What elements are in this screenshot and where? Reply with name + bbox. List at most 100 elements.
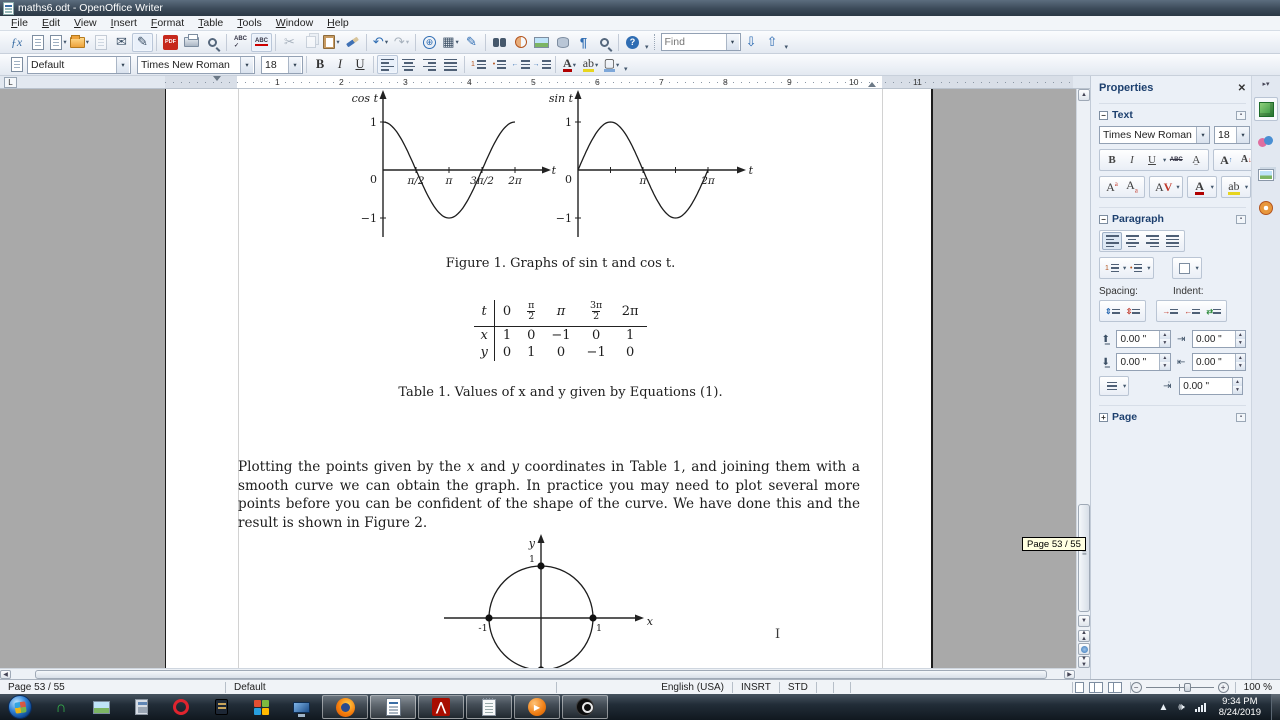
help-icon[interactable]: ? [622, 33, 643, 52]
sidebar-highlight-icon[interactable]: ab [1224, 178, 1244, 196]
numbered-list-icon[interactable]: 1 [468, 55, 489, 74]
hyperlink-icon[interactable]: ⊕ [419, 33, 440, 52]
spin-up-icon[interactable]: ▲ [1235, 331, 1245, 339]
decrease-indent-icon[interactable]: ← [510, 55, 531, 74]
align-center-icon[interactable] [398, 55, 419, 74]
taskbar-notepad-button[interactable] [466, 695, 512, 719]
taskbar-photo-viewer-icon[interactable] [81, 695, 121, 719]
styles-icon[interactable] [6, 55, 27, 74]
autospellcheck-icon[interactable]: ABC [251, 32, 272, 52]
indent-marker-left[interactable] [213, 76, 221, 81]
zoom-out-icon[interactable]: − [1130, 681, 1142, 693]
taskbar-firefox-button[interactable] [322, 695, 368, 719]
gallery-icon[interactable] [531, 33, 552, 52]
navigation-icon[interactable] [1078, 643, 1090, 655]
email-icon[interactable]: ✉ [111, 33, 132, 52]
taskbar-journal-icon[interactable] [201, 695, 241, 719]
undo-icon[interactable]: ↶ ▾ [370, 33, 391, 52]
collapse-icon[interactable]: − [1099, 214, 1108, 224]
status-page-style[interactable]: Default [226, 682, 556, 693]
sidebar-align-right-icon[interactable] [1142, 232, 1162, 250]
open-icon[interactable]: ▾ [69, 33, 90, 52]
multi-page-view-icon[interactable] [1093, 681, 1103, 693]
menu-tools[interactable]: Tools [230, 17, 269, 29]
indent-marker-right[interactable] [868, 82, 876, 87]
font-color-icon[interactable]: A ▾ [559, 55, 580, 74]
toolbar-overflow-icon[interactable]: ▾ [645, 43, 649, 51]
decrease-indent-sb-icon[interactable]: ← [1181, 302, 1203, 320]
export-pdf-icon[interactable]: PDF [160, 33, 181, 52]
document-page[interactable]: cos t 1 −1 0 π/2 π 3π/2 2π t sin t 1 −1 … [165, 89, 933, 668]
document-area[interactable]: cos t 1 −1 0 π/2 π 3π/2 2π t sin t 1 −1 … [0, 89, 1076, 668]
scroll-right-icon[interactable]: ▶ [1064, 670, 1075, 679]
spin-up-icon[interactable]: ▲ [1160, 331, 1170, 339]
tray-expand-icon[interactable]: ▲ [1159, 702, 1169, 713]
zoom-slider[interactable] [1145, 682, 1214, 693]
sidebar-tab-properties[interactable] [1254, 97, 1278, 121]
network-icon[interactable] [1194, 702, 1206, 712]
sidebar-numbered-list-icon[interactable]: 1 [1102, 259, 1122, 277]
save-icon[interactable] [90, 33, 111, 52]
cut-icon[interactable]: ✂ [279, 33, 300, 52]
status-zoom-level[interactable]: 100 % [1236, 682, 1280, 693]
italic-button[interactable]: I [330, 55, 350, 74]
spin-down-icon[interactable]: ▼ [1235, 362, 1245, 370]
page-preview-icon[interactable] [202, 33, 223, 52]
find-input[interactable] [661, 35, 726, 49]
start-button[interactable] [8, 695, 32, 719]
spin-up-icon[interactable]: ▲ [1160, 354, 1170, 362]
sidebar-underline-button[interactable]: U [1142, 151, 1162, 169]
text-section-dialog-icon[interactable]: ▪ [1236, 110, 1246, 120]
spacing-below-input[interactable] [1117, 354, 1160, 370]
font-size-input[interactable] [262, 57, 288, 72]
insert-table-icon[interactable]: ▦ ▾ [440, 33, 461, 52]
menu-table[interactable]: Table [191, 17, 230, 29]
spellcheck-icon[interactable]: ABC ✓ [230, 33, 251, 52]
status-page-number[interactable]: Page 53 / 55 [0, 682, 225, 693]
tray-clock[interactable]: 9:34 PM 8/24/2019 [1219, 696, 1261, 719]
find-next-icon[interactable]: ⇩ [741, 33, 762, 52]
find-dropdown-icon[interactable]: ▾ [725, 34, 739, 50]
clone-formatting-icon[interactable] [342, 33, 363, 52]
taskbar-obs-button[interactable] [562, 695, 608, 719]
redo-icon[interactable]: ↷ ▾ [391, 33, 412, 52]
background-color-icon[interactable]: ▢ ▾ [601, 55, 622, 74]
indent-after-input[interactable] [1192, 354, 1235, 370]
status-insert-mode[interactable]: INSRT [733, 682, 779, 693]
spin-down-icon[interactable]: ▼ [1160, 362, 1170, 370]
menu-file[interactable]: File [4, 17, 35, 29]
formatting-overflow-icon[interactable]: ▾ [624, 65, 628, 73]
sidebar-font-name-input[interactable] [1100, 128, 1196, 142]
find-previous-icon[interactable]: ⇧ [762, 33, 783, 52]
status-selection-mode[interactable]: STD [780, 682, 816, 693]
zoom-icon[interactable] [594, 33, 615, 52]
superscript-icon[interactable]: Aa [1102, 178, 1122, 196]
scroll-up-icon[interactable]: ▲ [1078, 89, 1090, 101]
next-page-icon[interactable]: ▼ ▼ [1078, 656, 1090, 668]
sidebar-tab-clipart[interactable] [1254, 163, 1278, 187]
taskbar-media-player-button[interactable]: ▶ [514, 695, 560, 719]
taskbar-opera-icon[interactable] [161, 695, 201, 719]
find-toolbar-overflow-icon[interactable]: ▾ [785, 43, 789, 51]
paragraph-background-icon[interactable] [1175, 259, 1195, 277]
single-page-view-icon[interactable] [1074, 681, 1084, 693]
menu-help[interactable]: Help [320, 17, 356, 29]
sidebar-tab-gallery[interactable] [1254, 130, 1278, 154]
sidebar-align-left-icon[interactable] [1102, 232, 1122, 250]
decrease-spacing-icon[interactable]: ⇳ [1123, 302, 1144, 320]
taskbar-writer-button[interactable] [370, 695, 416, 719]
increase-indent-sb-icon[interactable]: → [1159, 302, 1181, 320]
underline-button[interactable]: U [350, 55, 370, 74]
scroll-left-icon[interactable]: ◀ [0, 670, 11, 679]
horizontal-ruler[interactable]: 1 2 3 4 5 6 7 8 9 10 11 [165, 76, 1073, 88]
new-document-icon[interactable] [27, 33, 48, 52]
zoom-slider-thumb[interactable] [1183, 682, 1191, 692]
indent-first-input[interactable] [1180, 378, 1232, 394]
print-icon[interactable] [181, 33, 202, 52]
horizontal-scrollbar[interactable]: ◀ ▶ [0, 668, 1076, 679]
page-section-dialog-icon[interactable]: ▪ [1236, 412, 1246, 422]
bold-button[interactable]: B [310, 55, 330, 74]
zoom-in-icon[interactable]: + [1217, 681, 1229, 693]
previous-page-icon[interactable]: ▲ ▲ [1078, 630, 1090, 642]
book-view-icon[interactable] [1112, 681, 1122, 693]
